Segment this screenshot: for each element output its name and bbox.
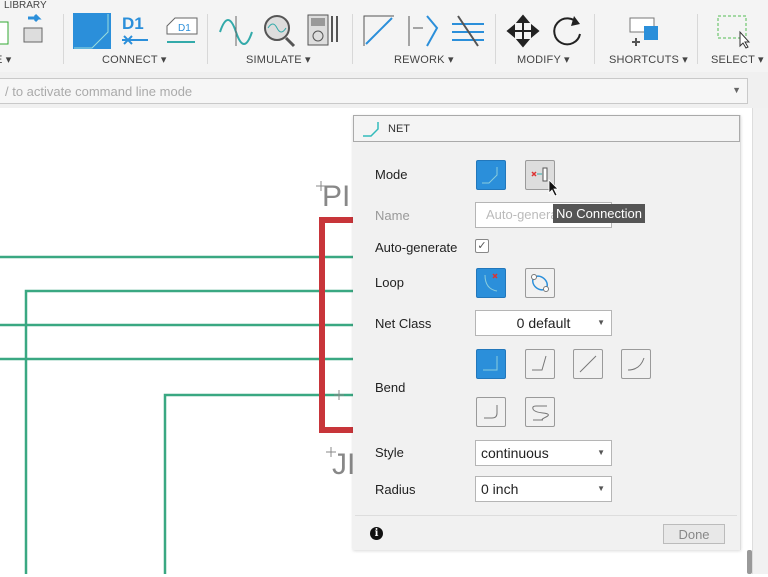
net-class-value: 0 default [516, 315, 571, 331]
split-icon[interactable] [405, 12, 441, 50]
shortcuts-icon[interactable] [628, 12, 664, 50]
place-menu[interactable]: E ▾ [0, 53, 12, 66]
simulate-probe-icon[interactable] [262, 12, 298, 50]
done-button[interactable]: Done [663, 524, 725, 544]
rework-route-icon[interactable] [362, 12, 398, 50]
radius-label: Radius [375, 482, 416, 497]
radius-select[interactable]: 0 inch ▼ [475, 476, 612, 502]
bend-label: Bend [375, 380, 406, 395]
net-icon [363, 122, 379, 137]
no-connect-icon[interactable]: D1 [118, 12, 154, 50]
radius-value: 0 inch [481, 481, 519, 497]
scrollbar[interactable] [747, 550, 752, 574]
bend-straight-button[interactable] [573, 349, 603, 379]
style-select[interactable]: continuous ▼ [475, 440, 612, 466]
library-label: LIBRARY [4, 0, 47, 11]
shortcuts-menu[interactable]: SHORTCUTS ▾ [609, 53, 688, 66]
style-label: Style [375, 445, 404, 460]
bend-curve-button[interactable] [621, 349, 651, 379]
command-line-input[interactable]: / to activate command line mode ▼ [0, 78, 748, 104]
name-label: Name [375, 208, 410, 223]
svg-text:D1: D1 [122, 14, 144, 33]
style-value: continuous [481, 445, 549, 461]
rework-menu[interactable]: REWORK ▾ [394, 53, 454, 66]
label-icon[interactable]: D1 [163, 12, 199, 50]
bend-45-button[interactable] [525, 349, 555, 379]
net-panel: NET Mode Name Auto-generate No Connectio… [353, 115, 741, 550]
add-part-icon[interactable] [20, 12, 56, 50]
mode-label: Mode [375, 167, 408, 182]
place-icon[interactable] [0, 12, 22, 50]
auto-generate-checkbox[interactable]: ✓ [475, 239, 489, 253]
select-menu[interactable]: SELECT ▾ [711, 53, 764, 66]
sine-icon[interactable] [218, 12, 254, 50]
bend-right-angle-button[interactable] [476, 349, 506, 379]
panel-footer: i Done [355, 515, 737, 548]
svg-text:D1: D1 [178, 23, 191, 34]
net-class-select[interactable]: 0 default ▼ [475, 310, 612, 336]
rotate-icon[interactable] [550, 12, 586, 50]
net-wire [24, 289, 353, 574]
command-placeholder: / to activate command line mode [5, 84, 193, 99]
net-icon[interactable] [72, 12, 112, 50]
simulate-menu[interactable]: SIMULATE ▾ [246, 53, 311, 66]
multimeter-icon[interactable] [305, 12, 341, 50]
modify-menu[interactable]: MODIFY ▾ [517, 53, 570, 66]
loop-disallow-button[interactable] [476, 268, 506, 298]
move-icon[interactable] [505, 12, 541, 50]
part-label-bottom: JI [332, 448, 356, 481]
bend-s-curve-button[interactable] [525, 397, 555, 427]
net-class-label: Net Class [375, 316, 432, 331]
right-panel-edge [747, 108, 768, 574]
part-label-top: PI [322, 180, 351, 213]
select-icon[interactable] [716, 12, 752, 50]
loop-allow-button[interactable] [525, 268, 555, 298]
bend-arc-button[interactable] [476, 397, 506, 427]
command-dropdown-arrow[interactable]: ▼ [732, 85, 741, 95]
toolbar: LIBRARY D1 D1 CONNECT ▾ SIMULATE ▾ REWOR… [0, 0, 768, 72]
miter-icon[interactable] [450, 12, 486, 50]
panel-title: NET [388, 123, 410, 135]
panel-header: NET [353, 115, 740, 142]
mode-net-button[interactable] [476, 160, 506, 190]
connect-menu[interactable]: CONNECT ▾ [102, 53, 167, 66]
auto-generate-label: Auto-generate [375, 240, 458, 255]
tooltip: No Connection [553, 204, 645, 223]
cursor-icon [548, 179, 559, 197]
info-icon[interactable]: i [370, 527, 383, 540]
loop-label: Loop [375, 275, 404, 290]
